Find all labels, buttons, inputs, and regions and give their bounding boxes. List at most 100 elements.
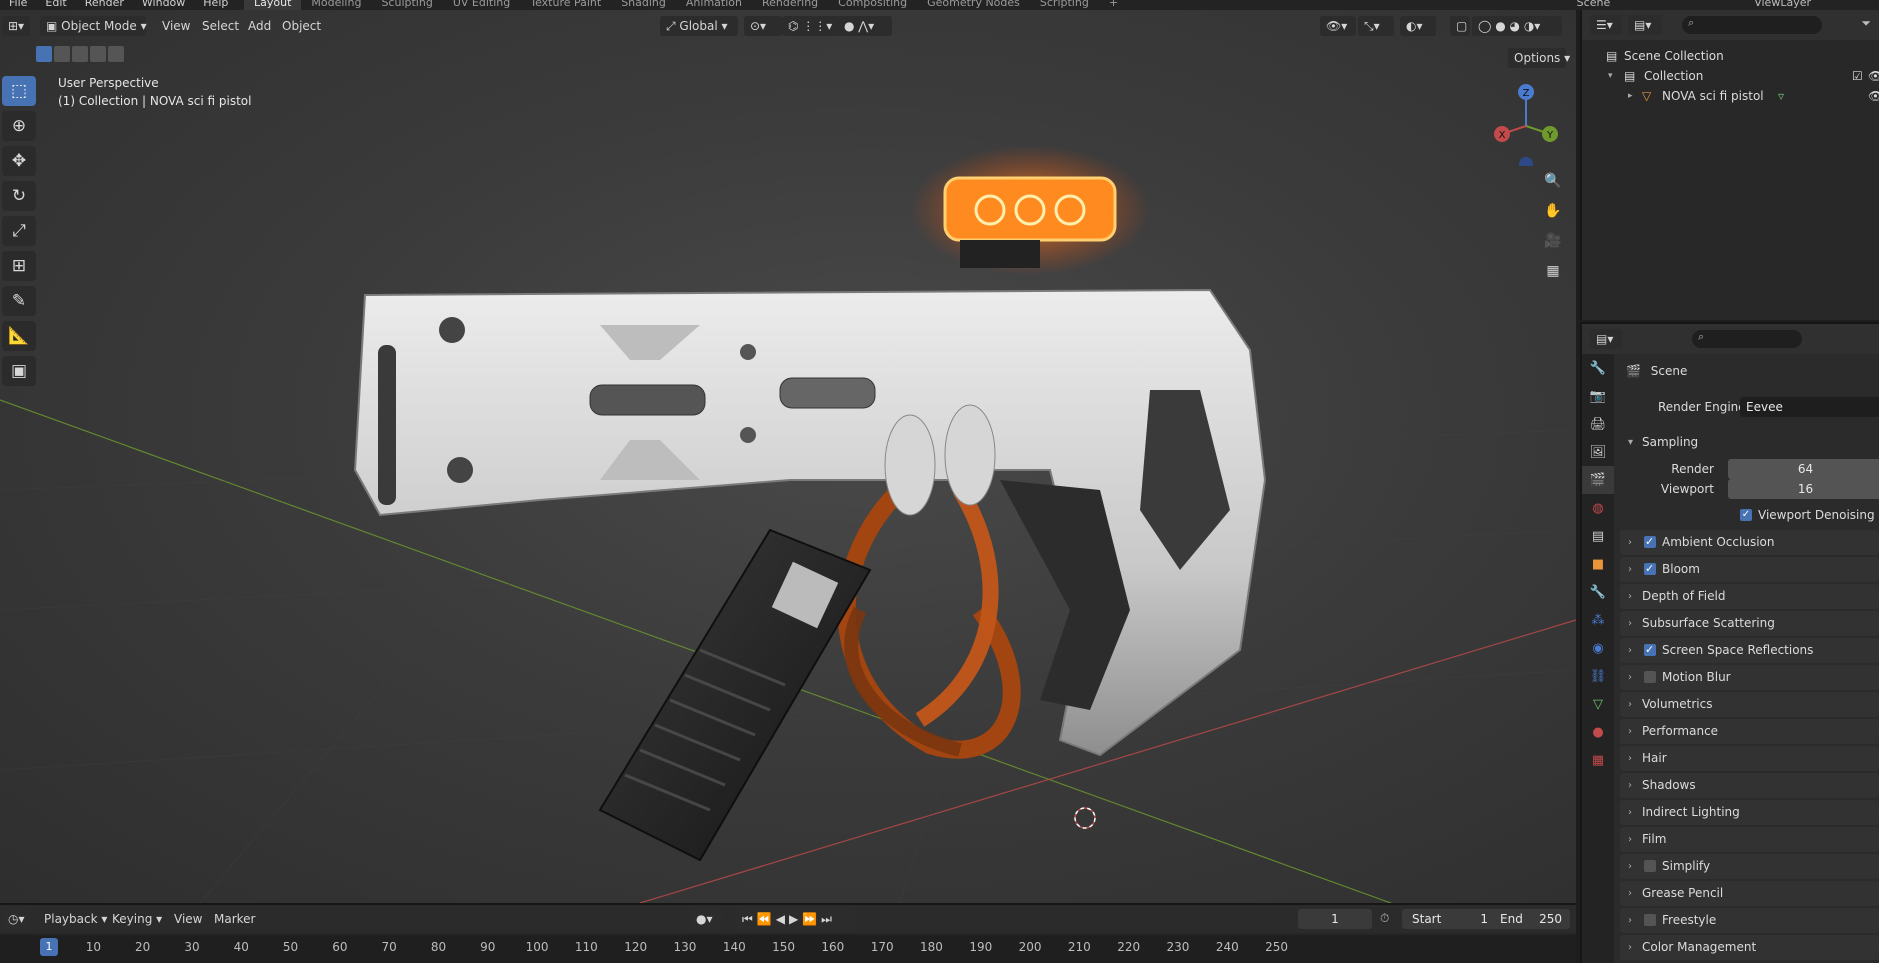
3d-viewport[interactable]: ⊞▾ ▣ Object Mode ▾ View Select Add Objec… <box>0 10 1576 903</box>
viewport-denoising-row[interactable]: ✓ Viewport Denoising <box>1618 502 1879 528</box>
visibility-icon[interactable]: 👁▾ <box>1320 16 1356 36</box>
annotate-tool-icon[interactable]: ✎ <box>2 286 36 316</box>
render-engine-dropdown[interactable]: Eevee <box>1740 397 1879 417</box>
material-tab-icon[interactable]: ● <box>1582 718 1614 746</box>
scene-selector[interactable]: Scene <box>1569 0 1619 10</box>
panel-performance[interactable]: › Performance <box>1620 719 1879 744</box>
properties-editor-type-icon[interactable]: ▤▾ <box>1590 329 1622 349</box>
tab-texture-paint[interactable]: Texture Paint <box>520 0 611 10</box>
output-tab-icon[interactable]: 🖨 <box>1582 410 1614 438</box>
eye-icon[interactable]: 👁 <box>1868 66 1879 86</box>
rotate-tool-icon[interactable]: ↻ <box>2 181 36 211</box>
move-tool-icon[interactable]: ✥ <box>2 146 36 176</box>
playback-controls[interactable]: ⏮⏪◀▶⏩⏭ <box>736 909 856 929</box>
expand-arrow-icon[interactable]: ▾ <box>1608 66 1613 86</box>
particles-tab-icon[interactable]: ⁂ <box>1582 606 1614 634</box>
panel-checkbox[interactable] <box>1644 860 1656 872</box>
shading-modes[interactable]: ◯ ● ◕ ◑▾ <box>1472 16 1562 36</box>
record-icon[interactable]: ●▾ <box>690 909 722 929</box>
select-subtract-icon[interactable] <box>72 46 88 62</box>
proportional-edit-icon[interactable]: ● ⋀▾ <box>838 16 892 36</box>
current-frame-field[interactable]: 1 <box>1298 909 1372 929</box>
panel-checkbox[interactable] <box>1644 637 1656 662</box>
view-layer-selector[interactable]: ViewLayer <box>1746 0 1819 10</box>
tab-[interactable]: + <box>1099 0 1128 10</box>
denoising-checkbox[interactable]: ✓ <box>1740 509 1752 521</box>
menu-help[interactable]: Help <box>194 0 237 10</box>
cursor-tool-icon[interactable]: ⊕ <box>2 111 36 141</box>
outliner-row-scene-collection[interactable]: ▤ Scene Collection <box>1582 46 1879 66</box>
zoom-icon[interactable]: 🔍 <box>1540 168 1566 194</box>
panel-shadows[interactable]: › Shadows <box>1620 773 1879 798</box>
tab-sculpting[interactable]: Sculpting <box>371 0 442 10</box>
panel-checkbox[interactable] <box>1644 914 1656 926</box>
panel-volumetrics[interactable]: › Volumetrics <box>1620 692 1879 717</box>
overlays-icon[interactable]: ◐▾ <box>1400 16 1436 36</box>
transform-tool-icon[interactable]: ⊞ <box>2 251 36 281</box>
menu-file[interactable]: File <box>0 0 36 10</box>
add-menu[interactable]: Add <box>242 16 277 36</box>
panel-motion-blur[interactable]: › Motion Blur <box>1620 665 1879 690</box>
properties-search-input[interactable]: ⌕ <box>1692 330 1802 348</box>
navigation-gizmo[interactable]: Z Y X <box>1490 76 1560 166</box>
object-menu[interactable]: Object <box>276 16 327 36</box>
constraints-tab-icon[interactable]: ⛓ <box>1582 662 1614 690</box>
tab-scripting[interactable]: Scripting <box>1030 0 1099 10</box>
render-tab-icon[interactable]: 📷 <box>1582 382 1614 410</box>
scene-tab-icon[interactable]: 🎬 <box>1582 466 1614 494</box>
panel-screen-space-reflections[interactable]: › Screen Space Reflections <box>1620 637 1879 663</box>
timeline-view-menu[interactable]: View <box>168 909 208 929</box>
playhead[interactable]: 1 <box>40 938 58 956</box>
outliner-search-input[interactable]: ⌕ <box>1682 16 1822 34</box>
keying-menu[interactable]: Keying ▾ <box>106 909 168 929</box>
tab-shading[interactable]: Shading <box>611 0 676 10</box>
frame-ruler[interactable]: 1 10 20 30 40 50 60 70 80 90 100 110 120 130 140 150 16… <box>0 935 1576 963</box>
menu-render[interactable]: Render <box>76 0 133 10</box>
panel-color-management[interactable]: › Color Management <box>1620 935 1879 960</box>
select-invert-icon[interactable] <box>90 46 106 62</box>
timeline-editor-type-icon[interactable]: ◷▾ <box>2 909 30 929</box>
pivot-icon[interactable]: ⊙▾ <box>744 16 782 36</box>
camera-icon[interactable]: 🎥 <box>1540 228 1566 254</box>
tab-geometry-nodes[interactable]: Geometry Nodes <box>917 0 1030 10</box>
outliner-row-object[interactable]: ▸ ▽ NOVA sci fi pistol ▿ 👁 <box>1582 86 1879 106</box>
view-layer-tab-icon[interactable]: 🖼 <box>1582 438 1614 466</box>
transform-orientation[interactable]: ⤢ Global ▾ <box>660 16 738 36</box>
panel-checkbox[interactable] <box>1644 671 1656 683</box>
tab-compositing[interactable]: Compositing <box>828 0 917 10</box>
collection-tab-icon[interactable]: ▤ <box>1582 522 1614 550</box>
snap-icon[interactable]: ⌬ ⋮⋮▾ <box>782 16 840 36</box>
panel-checkbox[interactable] <box>1644 556 1656 581</box>
mode-selector[interactable]: ▣ Object Mode ▾ <box>40 16 147 36</box>
panel-simplify[interactable]: › Simplify <box>1620 854 1879 879</box>
tab-uv-editing[interactable]: UV Editing <box>443 0 520 10</box>
menu-edit[interactable]: Edit <box>36 0 75 10</box>
pan-hand-icon[interactable]: ✋ <box>1540 198 1566 224</box>
panel-grease-pencil[interactable]: › Grease Pencil <box>1620 881 1879 906</box>
tab-animation[interactable]: Animation <box>676 0 752 10</box>
texture-tab-icon[interactable]: ▦ <box>1582 746 1614 774</box>
select-extend-icon[interactable] <box>54 46 70 62</box>
checkbox-icon[interactable]: ☑ <box>1852 66 1863 86</box>
menu-window[interactable]: Window <box>133 0 194 10</box>
start-frame-field[interactable]: Start 1 <box>1402 909 1498 929</box>
filter-icon[interactable]: ⏷ <box>1861 16 1871 31</box>
tool-tab-icon[interactable]: 🔧 <box>1582 354 1614 382</box>
tab-rendering[interactable]: Rendering <box>752 0 828 10</box>
outliner-editor-type-icon[interactable]: ☰▾ <box>1590 15 1622 35</box>
world-tab-icon[interactable]: ◍ <box>1582 494 1614 522</box>
data-tab-icon[interactable]: ▽ <box>1582 690 1614 718</box>
options-button[interactable]: Options ▾ <box>1508 48 1570 68</box>
eye-icon[interactable]: 👁 <box>1868 86 1879 106</box>
measure-tool-icon[interactable]: 📐 <box>2 321 36 351</box>
panel-indirect-lighting[interactable]: › Indirect Lighting <box>1620 800 1879 825</box>
panel-depth-of-field[interactable]: › Depth of Field <box>1620 584 1879 609</box>
marker-menu[interactable]: Marker <box>208 909 261 929</box>
tab-modeling[interactable]: Modeling <box>301 0 371 10</box>
end-frame-field[interactable]: End 250 <box>1492 909 1570 929</box>
viewport-samples-field[interactable]: 16 <box>1728 479 1879 499</box>
select-new-icon[interactable] <box>36 46 52 62</box>
panel-subsurface-scattering[interactable]: › Subsurface Scattering <box>1620 611 1879 636</box>
playback-menu[interactable]: Playback ▾ <box>38 909 113 929</box>
panel-checkbox[interactable] <box>1644 529 1656 554</box>
